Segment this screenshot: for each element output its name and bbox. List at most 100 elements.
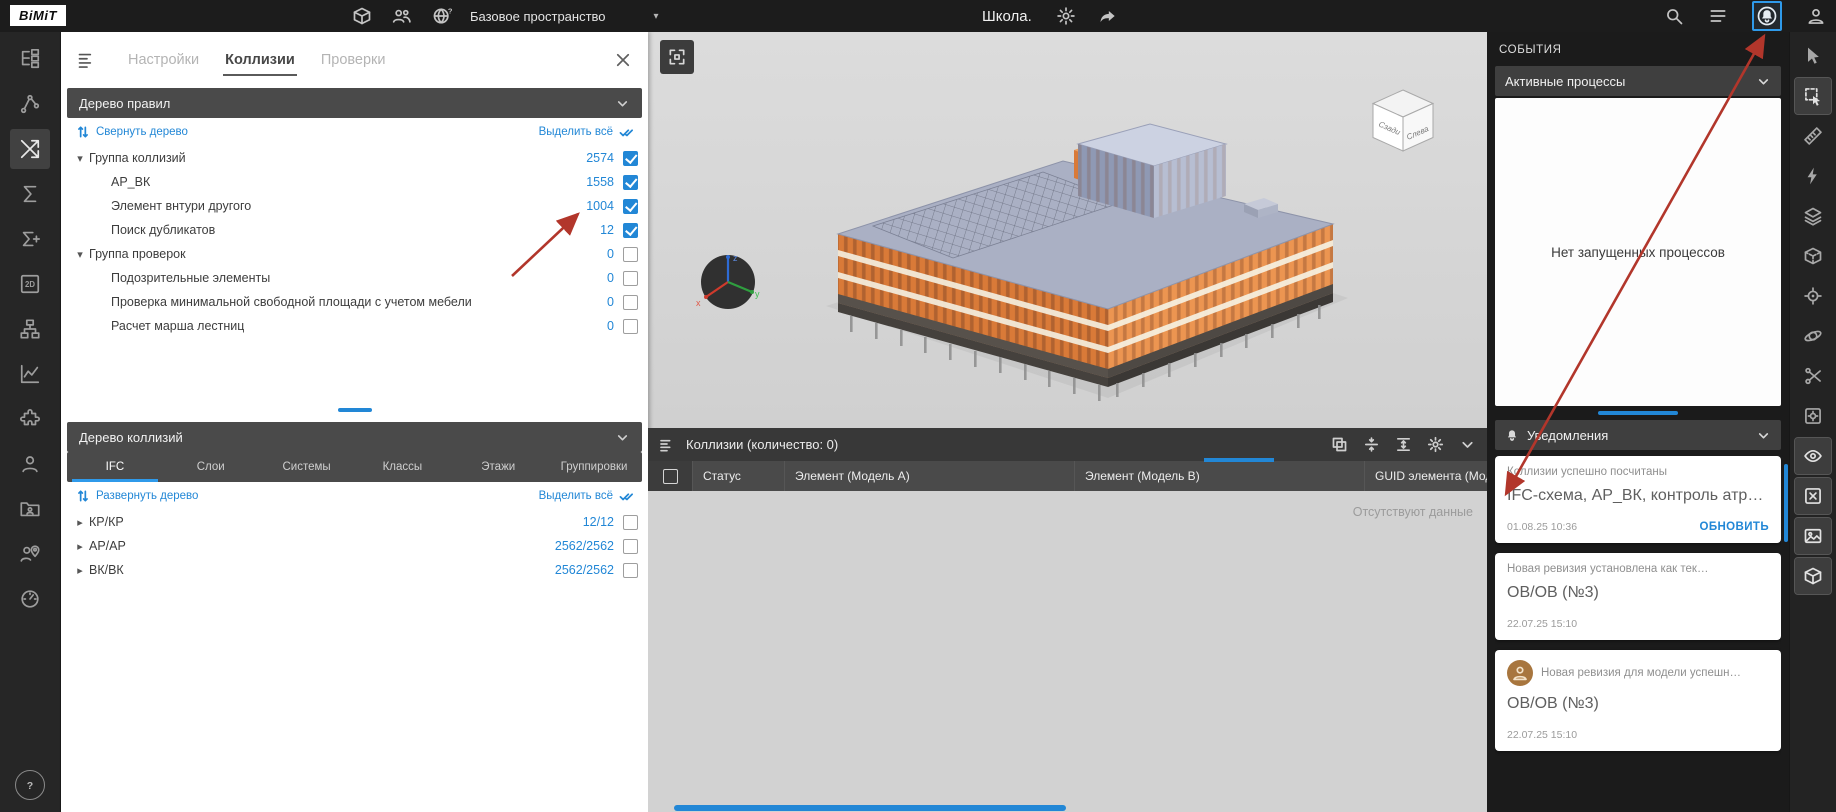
tree-item-checkbox[interactable] <box>623 319 638 334</box>
column-header[interactable]: GUID элемента (Модель A) <box>1364 461 1487 491</box>
users-button[interactable] <box>10 444 50 484</box>
column-header[interactable]: Элемент (Модель B) <box>1074 461 1364 491</box>
tree-item-checkbox[interactable] <box>623 175 638 190</box>
caret-icon[interactable]: ▸ <box>73 564 87 577</box>
scissors-button[interactable] <box>1795 358 1831 394</box>
cursor-button[interactable] <box>1795 38 1831 74</box>
target-button[interactable] <box>1795 278 1831 314</box>
list-icon[interactable] <box>1708 6 1728 26</box>
navigation-cube[interactable]: Сзади Слева <box>1363 84 1443 168</box>
tree-item-checkbox[interactable] <box>623 223 638 238</box>
panel-menu-icon[interactable] <box>659 437 675 453</box>
tab-checks[interactable]: Проверки <box>308 44 399 76</box>
area-select-button[interactable] <box>1795 78 1831 114</box>
collision-tab-0[interactable]: IFC <box>67 452 163 482</box>
eye-button[interactable] <box>1795 438 1831 474</box>
clip-box-button[interactable] <box>1795 238 1831 274</box>
notifications-header[interactable]: Уведомления <box>1495 420 1781 450</box>
tree-item[interactable]: ▾ Группа коллизий 2574 <box>61 146 648 170</box>
notification-card[interactable]: Новая ревизия для модели успешн… ОВ/ОВ (… <box>1495 650 1781 751</box>
trends-button[interactable] <box>10 354 50 394</box>
caret-icon[interactable]: ▸ <box>73 516 87 529</box>
help-button[interactable]: ? <box>15 770 45 800</box>
globe-help-icon[interactable]: ? <box>432 6 452 26</box>
tree-item-checkbox[interactable] <box>623 151 638 166</box>
tree-item-checkbox[interactable] <box>623 563 638 578</box>
expand-tree-button[interactable]: Развернуть дерево <box>76 489 198 503</box>
image-button[interactable] <box>1795 518 1831 554</box>
tree-item[interactable]: ▸ КР/КР 12/12 <box>61 510 648 534</box>
copy-icon[interactable] <box>1331 436 1348 453</box>
gauge-button[interactable] <box>10 579 50 619</box>
tab-collisions[interactable]: Коллизии <box>212 44 308 76</box>
clash-detection-button[interactable] <box>10 129 50 169</box>
route-button[interactable] <box>10 84 50 124</box>
3d-viewport[interactable]: Сзади Слева z x y <box>648 32 1487 812</box>
column-header[interactable]: Элемент (Модель A) <box>784 461 1074 491</box>
panel-menu-icon[interactable] <box>77 50 97 70</box>
collision-tab-5[interactable]: Группировки <box>546 452 642 482</box>
collision-tab-1[interactable]: Слои <box>163 452 259 482</box>
rules-tree-header[interactable]: Дерево правил <box>67 88 642 118</box>
sum-button[interactable] <box>10 174 50 214</box>
tree-item[interactable]: Подозрительные элементы 0 <box>61 266 648 290</box>
tree-item[interactable]: ▸ АР/АР 2562/2562 <box>61 534 648 558</box>
bimit-logo[interactable]: BiMiT <box>10 5 66 26</box>
caret-icon[interactable]: ▸ <box>73 540 87 553</box>
search-icon[interactable] <box>1664 6 1684 26</box>
tree-item[interactable]: ▾ Группа проверок 0 <box>61 242 648 266</box>
fullscreen-button[interactable] <box>660 40 694 74</box>
gear-icon[interactable] <box>1056 6 1076 26</box>
align-v-icon[interactable] <box>1363 436 1380 453</box>
sum-plus-button[interactable] <box>10 219 50 259</box>
cube-button[interactable] <box>1795 558 1831 594</box>
plugin-button[interactable] <box>10 399 50 439</box>
layers-button[interactable] <box>1795 198 1831 234</box>
caret-icon[interactable]: ▾ <box>73 248 87 261</box>
collision-tab-2[interactable]: Системы <box>259 452 355 482</box>
model-tree-button[interactable] <box>10 39 50 79</box>
chevron-down-icon[interactable] <box>1459 436 1476 453</box>
active-processes-header[interactable]: Активные процессы <box>1495 66 1781 96</box>
tree-item[interactable]: Элемент внтури другого 1004 <box>61 194 648 218</box>
tree-item-checkbox[interactable] <box>623 199 638 214</box>
package-icon[interactable] <box>352 6 372 26</box>
tree-item[interactable]: Расчет марша лестниц 0 <box>61 314 648 338</box>
box-gear-button[interactable] <box>1795 398 1831 434</box>
collision-tab-4[interactable]: Этажи <box>450 452 546 482</box>
tree-item[interactable]: Проверка минимальной свободной площади с… <box>61 290 648 314</box>
flash-button[interactable] <box>1795 158 1831 194</box>
tree-item-checkbox[interactable] <box>623 515 638 530</box>
tree-item[interactable]: ▸ ВК/ВК 2562/2562 <box>61 558 648 582</box>
user-folder-button[interactable] <box>10 489 50 529</box>
collapse-tree-button[interactable]: Свернуть дерево <box>76 125 188 139</box>
caret-icon[interactable]: ▾ <box>73 152 87 165</box>
close-panel-icon[interactable] <box>614 51 632 69</box>
tree-item[interactable]: АР_ВК 1558 <box>61 170 648 194</box>
user-icon[interactable] <box>1806 6 1826 26</box>
scrollbar-thumb[interactable] <box>674 805 1066 811</box>
notification-card[interactable]: Коллизии успешно посчитаны IFC-схема, АР… <box>1495 456 1781 543</box>
bell-icon[interactable] <box>1752 1 1782 31</box>
view-2d-button[interactable]: 2D <box>10 264 50 304</box>
refresh-button[interactable]: ОБНОВИТЬ <box>1699 521 1769 533</box>
ruler-button[interactable] <box>1795 118 1831 154</box>
collision-tree-header[interactable]: Дерево коллизий <box>67 422 642 452</box>
workspace-selector[interactable]: Базовое пространство ▾ <box>470 0 659 32</box>
select-all-button[interactable]: Выделить всё <box>539 125 633 139</box>
team-icon[interactable] <box>392 6 412 26</box>
tab-settings[interactable]: Настройки <box>115 44 212 76</box>
notification-card[interactable]: Новая ревизия установлена как тек… ОВ/ОВ… <box>1495 553 1781 640</box>
column-header[interactable]: Статус <box>692 461 784 491</box>
gear-icon[interactable] <box>1427 436 1444 453</box>
tree-item-checkbox[interactable] <box>623 271 638 286</box>
scrollbar-thumb[interactable] <box>1784 464 1788 542</box>
scrollbar-thumb[interactable] <box>1204 458 1274 462</box>
tree-item[interactable]: Поиск дубликатов 12 <box>61 218 648 242</box>
user-pin-button[interactable] <box>10 534 50 574</box>
select-all-button[interactable]: Выделить всё <box>539 489 633 503</box>
orbit-button[interactable] <box>1795 318 1831 354</box>
distribute-v-icon[interactable] <box>1395 436 1412 453</box>
collision-tab-3[interactable]: Классы <box>354 452 450 482</box>
select-all-checkbox[interactable] <box>663 469 678 484</box>
